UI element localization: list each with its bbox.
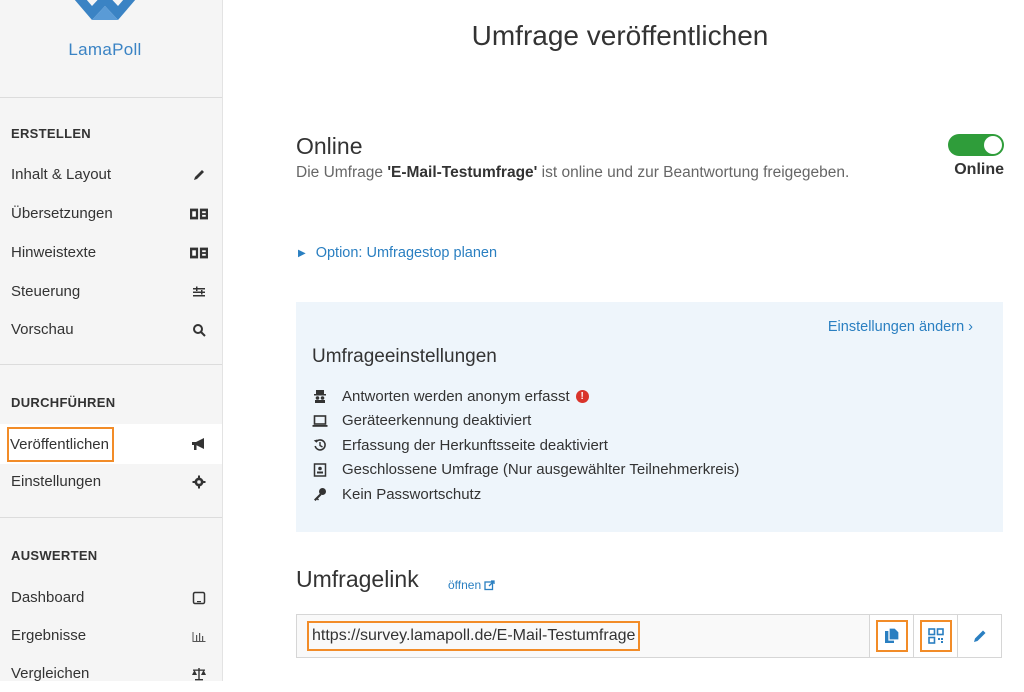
open-link-label: öffnen	[448, 578, 482, 592]
brand-name: LamaPoll	[68, 40, 142, 59]
sidebar-item-hinweistexte[interactable]: Hinweistexte	[0, 234, 222, 271]
sidebar-item-veroeffentlichen[interactable]: Veröffentlichen	[0, 424, 222, 464]
survey-name: 'E-Mail-Testumfrage'	[387, 164, 538, 181]
list-item: Kein Passwortschutz	[312, 482, 739, 507]
sidebar-item-dashboard[interactable]: Dashboard	[0, 579, 222, 616]
section-title-durchfuehren: DURCHFÜHREN	[11, 395, 116, 410]
warning-icon[interactable]: !	[575, 389, 589, 403]
survey-url-field[interactable]: https://survey.lamapoll.de/E-Mail-Testum…	[296, 614, 1002, 658]
pencil-icon	[190, 166, 208, 184]
history-icon	[312, 437, 328, 453]
sidebar-divider	[0, 364, 222, 365]
sidebar-item-inhalt-layout[interactable]: Inhalt & Layout	[0, 156, 222, 193]
megaphone-icon	[190, 435, 208, 453]
translate-icon	[190, 244, 208, 262]
list-item: Antworten werden anonym erfasst !	[312, 384, 739, 409]
change-settings-link[interactable]: Einstellungen ändern ›	[828, 319, 973, 335]
setting-text: Antworten werden anonym erfasst	[342, 387, 570, 405]
bar-chart-icon	[190, 627, 208, 645]
settings-panel: Einstellungen ändern › Umfrageeinstellun…	[296, 302, 1003, 532]
qr-code-icon	[919, 620, 952, 652]
logo[interactable]: LamaPoll	[0, 0, 222, 98]
copy-link-button[interactable]	[869, 615, 913, 657]
pencil-icon	[972, 628, 988, 644]
key-icon	[312, 486, 328, 502]
sidebar-item-ergebnisse[interactable]: Ergebnisse	[0, 617, 222, 654]
sidebar-item-label: Vorschau	[11, 321, 74, 338]
sidebar-divider	[0, 517, 222, 518]
survey-url-text[interactable]: https://survey.lamapoll.de/E-Mail-Testum…	[306, 621, 641, 651]
sidebar-item-label: Inhalt & Layout	[11, 166, 112, 183]
sidebar-item-label: Ergebnisse	[11, 627, 87, 644]
sidebar-item-label: Übersetzungen	[11, 205, 113, 222]
list-item: Geräteerkennung deaktiviert	[312, 409, 739, 434]
gear-icon	[190, 473, 208, 491]
sidebar-item-label: Veröffentlichen	[7, 426, 114, 462]
lamapoll-logo-icon	[74, 0, 136, 20]
contact-card-icon	[312, 462, 328, 478]
sidebar-item-label: Vergleichen	[11, 665, 90, 682]
settings-title: Umfrageeinstellungen	[312, 346, 497, 367]
online-description: Die Umfrage 'E-Mail-Testumfrage' ist onl…	[296, 163, 856, 183]
setting-text: Erfassung der Herkunftsseite deaktiviert	[342, 436, 608, 454]
scales-icon	[190, 665, 208, 683]
section-title-auswerten: AUSWERTEN	[11, 548, 98, 563]
sidebar-item-vorschau[interactable]: Vorschau	[0, 311, 222, 348]
caret-right-icon: ▶	[298, 247, 306, 259]
search-icon	[190, 321, 208, 339]
external-link-icon	[484, 579, 495, 591]
option-umfragestop-link[interactable]: ▶ Option: Umfragestop planen	[298, 245, 497, 261]
section-title-erstellen: ERSTELLEN	[11, 126, 91, 141]
sidebar-item-einstellungen[interactable]: Einstellungen	[0, 463, 222, 500]
online-desc-prefix: Die Umfrage	[296, 164, 388, 181]
settings-list: Antworten werden anonym erfasst ! Geräte…	[312, 384, 739, 507]
list-item: Erfassung der Herkunftsseite deaktiviert	[312, 433, 739, 458]
sidebar-item-vergleichen[interactable]: Vergleichen	[0, 655, 222, 692]
setting-text: Geräteerkennung deaktiviert	[342, 412, 532, 430]
qr-code-button[interactable]	[913, 615, 957, 657]
tablet-icon	[190, 589, 208, 607]
toggle-knob	[984, 136, 1002, 154]
edit-link-button[interactable]	[957, 615, 1001, 657]
sliders-icon	[190, 283, 208, 301]
sidebar-item-label: Dashboard	[11, 589, 85, 606]
online-toggle[interactable]	[948, 134, 1004, 156]
sidebar-item-label: Einstellungen	[11, 473, 102, 490]
main-content: Umfrage veröffentlichen Online Die Umfra…	[222, 0, 1024, 681]
spy-icon	[312, 388, 328, 404]
url-actions	[869, 615, 1001, 657]
laptop-icon	[312, 413, 328, 429]
survey-link-title: Umfragelink	[296, 566, 419, 592]
setting-text: Kein Passwortschutz	[342, 485, 482, 503]
sidebar-item-steuerung[interactable]: Steuerung	[0, 273, 222, 310]
sidebar-item-label: Hinweistexte	[11, 244, 97, 261]
online-desc-suffix: ist online und zur Beantwortung freigege…	[537, 164, 850, 181]
sidebar: LamaPoll ERSTELLEN Inhalt & Layout Übers…	[0, 0, 223, 682]
online-heading: Online	[296, 133, 363, 159]
open-link[interactable]: öffnen	[448, 578, 495, 592]
page-title: Umfrage veröffentlichen	[471, 20, 769, 51]
list-item: Geschlossene Umfrage (Nur ausgewählter T…	[312, 458, 739, 483]
setting-text: Geschlossene Umfrage (Nur ausgewählter T…	[342, 461, 740, 479]
copy-icon	[875, 620, 908, 652]
sidebar-item-uebersetzungen[interactable]: Übersetzungen	[0, 195, 222, 232]
sidebar-item-label: Steuerung	[11, 283, 81, 300]
translate-icon	[190, 205, 208, 223]
online-toggle-label: Online	[954, 161, 1004, 178]
option-link-label: Option: Umfragestop planen	[315, 245, 498, 261]
